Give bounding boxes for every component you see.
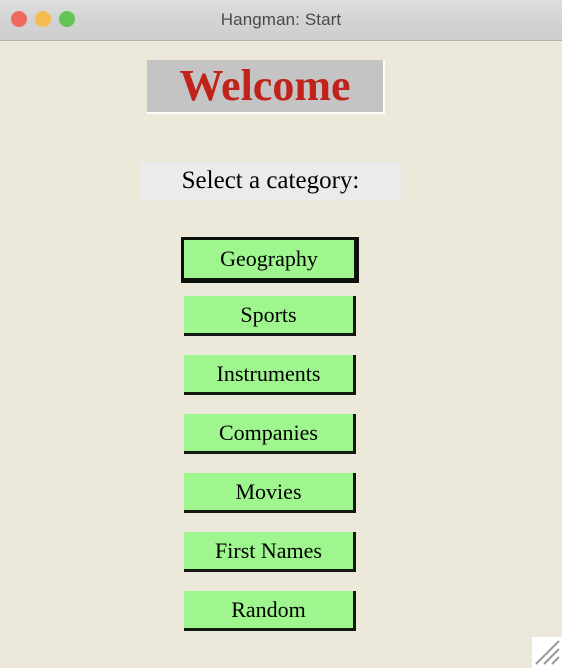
category-button-label: Random <box>231 596 306 622</box>
application-window: Hangman: Start Welcome Select a category… <box>0 0 562 668</box>
category-button-movies[interactable]: Movies <box>184 473 356 513</box>
category-button-first-names[interactable]: First Names <box>184 532 356 572</box>
category-button-label: Instruments <box>216 360 321 386</box>
window-title: Hangman: Start <box>220 10 342 29</box>
category-row: Movies <box>0 473 562 532</box>
category-button-geography[interactable]: Geography <box>181 237 359 283</box>
category-button-label: Companies <box>219 419 318 445</box>
category-row: Random <box>0 591 562 650</box>
welcome-heading-text: Welcome <box>179 61 351 110</box>
resize-grip-lines <box>535 640 560 665</box>
category-button-label: Geography <box>220 246 318 271</box>
category-button-sports[interactable]: Sports <box>184 296 356 336</box>
category-button-label: Movies <box>235 478 302 504</box>
category-button-label: First Names <box>215 537 322 563</box>
window-content: Welcome Select a category: Geography Spo… <box>0 41 562 668</box>
category-button-list: Geography Sports Instruments Companies M… <box>0 237 562 650</box>
window-titlebar: Hangman: Start <box>0 0 562 41</box>
category-button-instruments[interactable]: Instruments <box>184 355 356 395</box>
category-button-label: Sports <box>240 301 297 327</box>
welcome-heading: Welcome <box>147 60 385 114</box>
category-row: First Names <box>0 532 562 591</box>
category-button-companies[interactable]: Companies <box>184 414 356 454</box>
category-row: Geography <box>0 237 562 296</box>
category-row: Instruments <box>0 355 562 414</box>
resize-grip-icon[interactable] <box>532 637 562 668</box>
category-button-random[interactable]: Random <box>184 591 356 631</box>
category-prompt: Select a category: <box>140 162 401 200</box>
category-row: Companies <box>0 414 562 473</box>
category-prompt-text: Select a category: <box>181 167 360 194</box>
category-row: Sports <box>0 296 562 355</box>
